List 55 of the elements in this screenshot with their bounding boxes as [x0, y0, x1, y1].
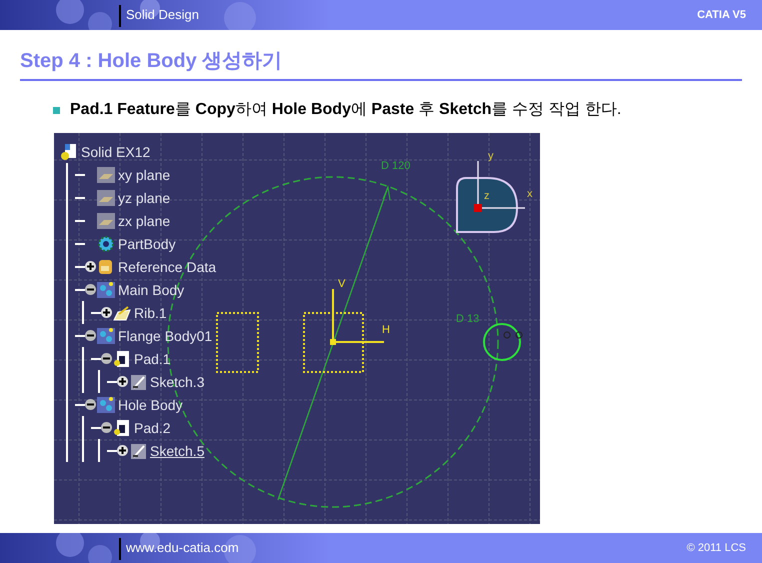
rib-icon	[113, 304, 131, 322]
axis-label: x	[527, 189, 532, 200]
plane-icon	[97, 188, 115, 206]
collapse-icon[interactable]	[101, 422, 112, 433]
collapse-icon[interactable]	[85, 330, 96, 341]
body-icon	[97, 326, 115, 344]
tree-item[interactable]: Main Body	[118, 282, 184, 296]
slide-title: Step 4 : Hole Body 생성하기	[20, 51, 284, 71]
tree-item[interactable]: zx plane	[118, 214, 170, 228]
tree-item[interactable]: Pad.2	[134, 420, 171, 434]
sketch-icon	[129, 442, 147, 460]
bullet-text: Pad.1 Feature를 Copy하여 Hole Body에 Paste 후 Sketch를 수정 작업 한다.	[70, 100, 622, 120]
plane-icon	[97, 166, 115, 184]
axis-label: H	[382, 325, 390, 336]
collapse-icon[interactable]	[101, 353, 112, 364]
tree-item[interactable]: Sketch.5	[150, 444, 204, 458]
collapse-icon[interactable]	[85, 284, 96, 295]
tree-item[interactable]: Sketch.3	[150, 374, 204, 388]
rectangle-profile	[216, 312, 259, 373]
tree-item[interactable]: PartBody	[118, 236, 176, 250]
axis-label: y	[488, 151, 494, 162]
compass-drawing	[456, 161, 525, 233]
hole-circle	[483, 323, 522, 361]
expand-icon[interactable]	[117, 445, 128, 456]
copyright-text: © 2011 LCS	[686, 540, 746, 556]
tree-item[interactable]: Flange Body01	[118, 328, 212, 342]
pad-icon	[113, 418, 131, 436]
pad-icon	[113, 350, 131, 368]
expand-icon[interactable]	[101, 307, 112, 318]
gear-icon	[97, 234, 115, 252]
hand-icon	[97, 258, 115, 276]
tree-item[interactable]: Pad.1	[134, 352, 171, 366]
dimension-label: D 120	[381, 161, 410, 172]
document-icon	[60, 142, 78, 160]
expand-icon[interactable]	[117, 376, 128, 387]
sketch-axes	[330, 289, 384, 345]
product-name: CATIA V5	[697, 8, 746, 23]
tree-item[interactable]: xy plane	[118, 168, 170, 182]
dimension-label: D 13	[456, 314, 480, 325]
collapse-icon[interactable]	[85, 399, 96, 410]
bullet-icon	[53, 106, 60, 114]
axis-label: V	[338, 279, 346, 290]
section-title: Solid Design	[126, 6, 199, 24]
axis-label: z	[484, 191, 490, 202]
tree-item[interactable]: Hole Body	[118, 398, 183, 412]
rectangle-profile	[303, 312, 364, 373]
body-icon	[97, 396, 115, 414]
tree-item[interactable]: Rib.1	[134, 306, 167, 320]
plane-icon	[97, 212, 115, 230]
tree-item[interactable]: Reference Data	[118, 260, 216, 274]
body-icon	[97, 280, 115, 298]
sketch-icon	[129, 372, 147, 390]
expand-icon[interactable]	[85, 261, 96, 272]
tree-item[interactable]: Solid EX12	[81, 144, 150, 158]
tree-item[interactable]: yz plane	[118, 190, 170, 204]
